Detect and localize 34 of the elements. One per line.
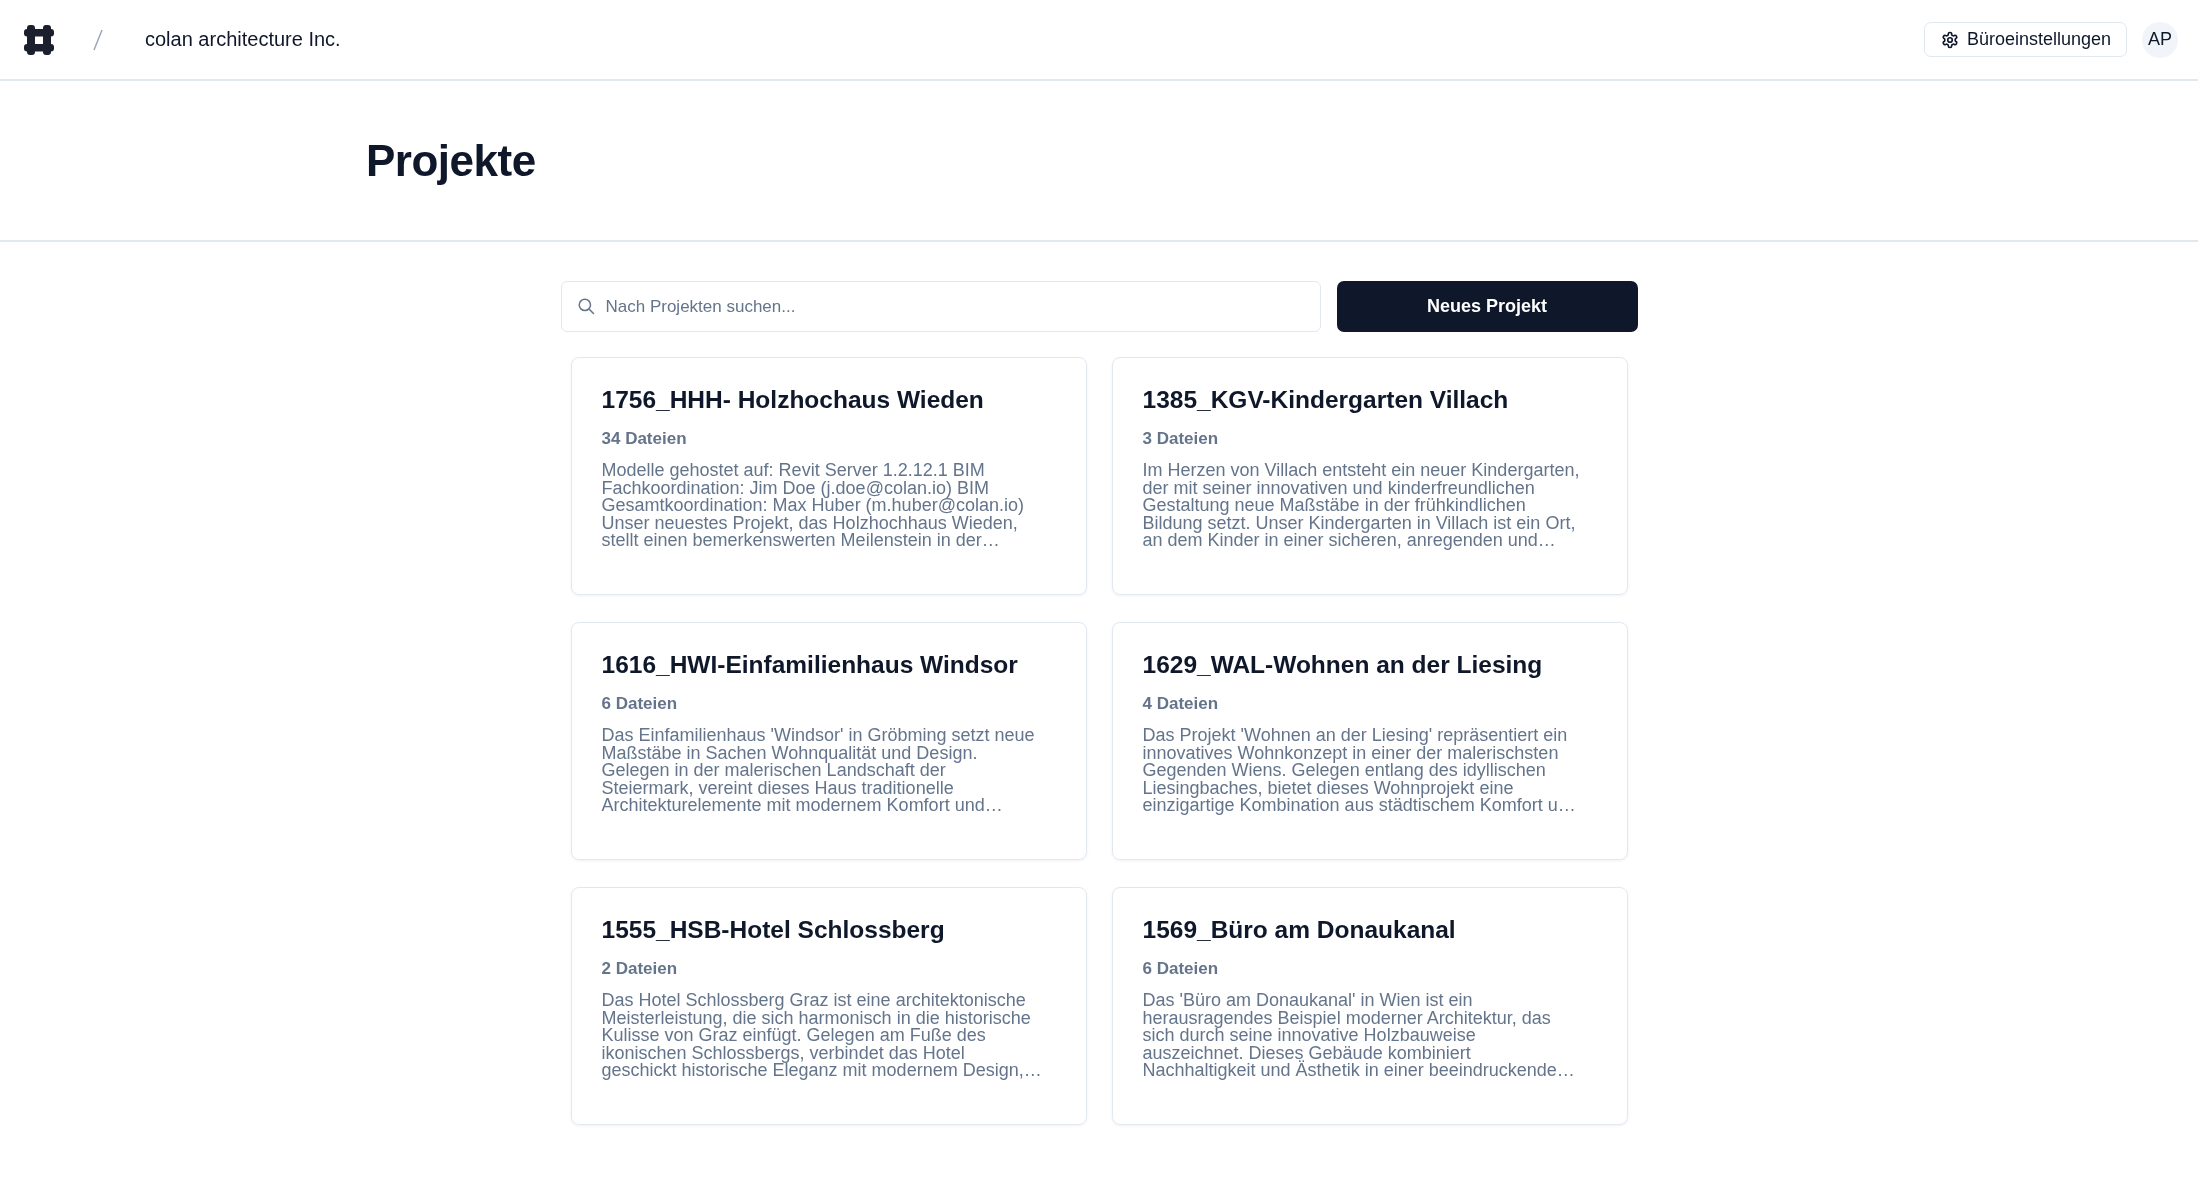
search-icon bbox=[576, 297, 595, 315]
slash-icon bbox=[93, 28, 103, 51]
project-title: 1616_HWI-Einfamilienhaus Windsor bbox=[601, 650, 1018, 680]
project-card[interactable] bbox=[1111, 622, 1628, 860]
project-title: 1555_HSB-Hotel Schlossberg bbox=[601, 915, 945, 945]
page-title: Projekte bbox=[366, 135, 536, 186]
project-card[interactable] bbox=[1111, 357, 1628, 595]
project-description: Modelle gehostet auf: Revit Server 1.2.12.1 BIM Fachkoordination: Jim Doe (j.doe@colan.io) BIM Gesamtkoordination: Max Huber (m.huber@colan.io) Unser neuestes Projekt, das Holzhochhaus Wieden, stellt einen bemerkenswerten Meilenstein in der… bbox=[601, 462, 1024, 550]
project-description: Das Hotel Schlossberg Graz ist eine architektonische Meisterleistung, die sich harmonisch in die historische Kulisse von Graz einfügt. Gelegen am Fuße des ikonischen Schlossbergs, verbindet das Hotel geschickt historische Eleganz mit modernem Design,… bbox=[601, 992, 1042, 1080]
user-avatar[interactable]: AP bbox=[2142, 21, 2178, 58]
project-title: 1569_Büro am Donaukanal bbox=[1142, 915, 1456, 945]
new-project-button[interactable]: Neues Projekt bbox=[1336, 281, 1638, 332]
project-card[interactable] bbox=[570, 622, 1087, 860]
logo-icon[interactable] bbox=[24, 24, 54, 55]
settings-button[interactable]: Büroeinstellungen bbox=[1923, 22, 2127, 57]
project-card[interactable] bbox=[1111, 887, 1628, 1125]
project-description: Das Projekt 'Wohnen an der Liesing' repräsentiert ein innovatives Wohnkonzept in einer der malerischsten Gegenden Wiens. Gelegen entlang des idyllischen Liesingbaches, bietet dieses Wohnprojekt eine einzigartige Kombination aus städtischem Komfort u… bbox=[1142, 727, 1576, 815]
project-title: 1629_WAL-Wohnen an der Liesing bbox=[1142, 650, 1543, 680]
project-card[interactable] bbox=[570, 887, 1087, 1125]
settings-icon bbox=[1940, 30, 1959, 49]
file-count: 34 Dateien bbox=[601, 429, 687, 449]
project-description: Das 'Büro am Donaukanal' in Wien ist ein herausragendes Beispiel moderner Architektur, das sich durch seine innovative Holzbauweise auszeichnet. Dieses Gebäude kombiniert Nachhaltigkeit und Ästhetik in einer beeindruckende… bbox=[1142, 992, 1575, 1080]
project-description: Das Einfamilienhaus 'Windsor' in Gröbming setzt neue Maßstäbe in Sachen Wohnqualität und Design. Gelegen in der malerischen Landschaft der Steiermark, vereint dieses Haus traditionelle Architekturelemente mit modernem Komfort und… bbox=[601, 727, 1035, 815]
project-description: Im Herzen von Villach entsteht ein neuer Kindergarten, der mit seiner innovativen und kinderfreundlichen Gestaltung neue Maßstäbe in der frühkindlichen Bildung setzt. Unser Kindergarten in Villach ist ein Ort, an dem Kinder in einer sicheren, anregenden und… bbox=[1142, 462, 1580, 550]
project-title: 1385_KGV-Kindergarten Villach bbox=[1142, 385, 1509, 415]
file-count: 6 Dateien bbox=[601, 694, 678, 714]
file-count: 4 Dateien bbox=[1142, 694, 1219, 714]
search-field[interactable]: Nach Projekten suchen... bbox=[560, 281, 1321, 332]
file-count: 6 Dateien bbox=[1142, 959, 1219, 979]
file-count: 2 Dateien bbox=[601, 959, 678, 979]
project-title: 1756_HHH- Holzhochaus Wieden bbox=[601, 385, 984, 415]
organization-name[interactable]: colan architecture Inc. bbox=[145, 28, 341, 51]
file-count: 3 Dateien bbox=[1142, 429, 1219, 449]
project-card[interactable] bbox=[570, 357, 1087, 595]
